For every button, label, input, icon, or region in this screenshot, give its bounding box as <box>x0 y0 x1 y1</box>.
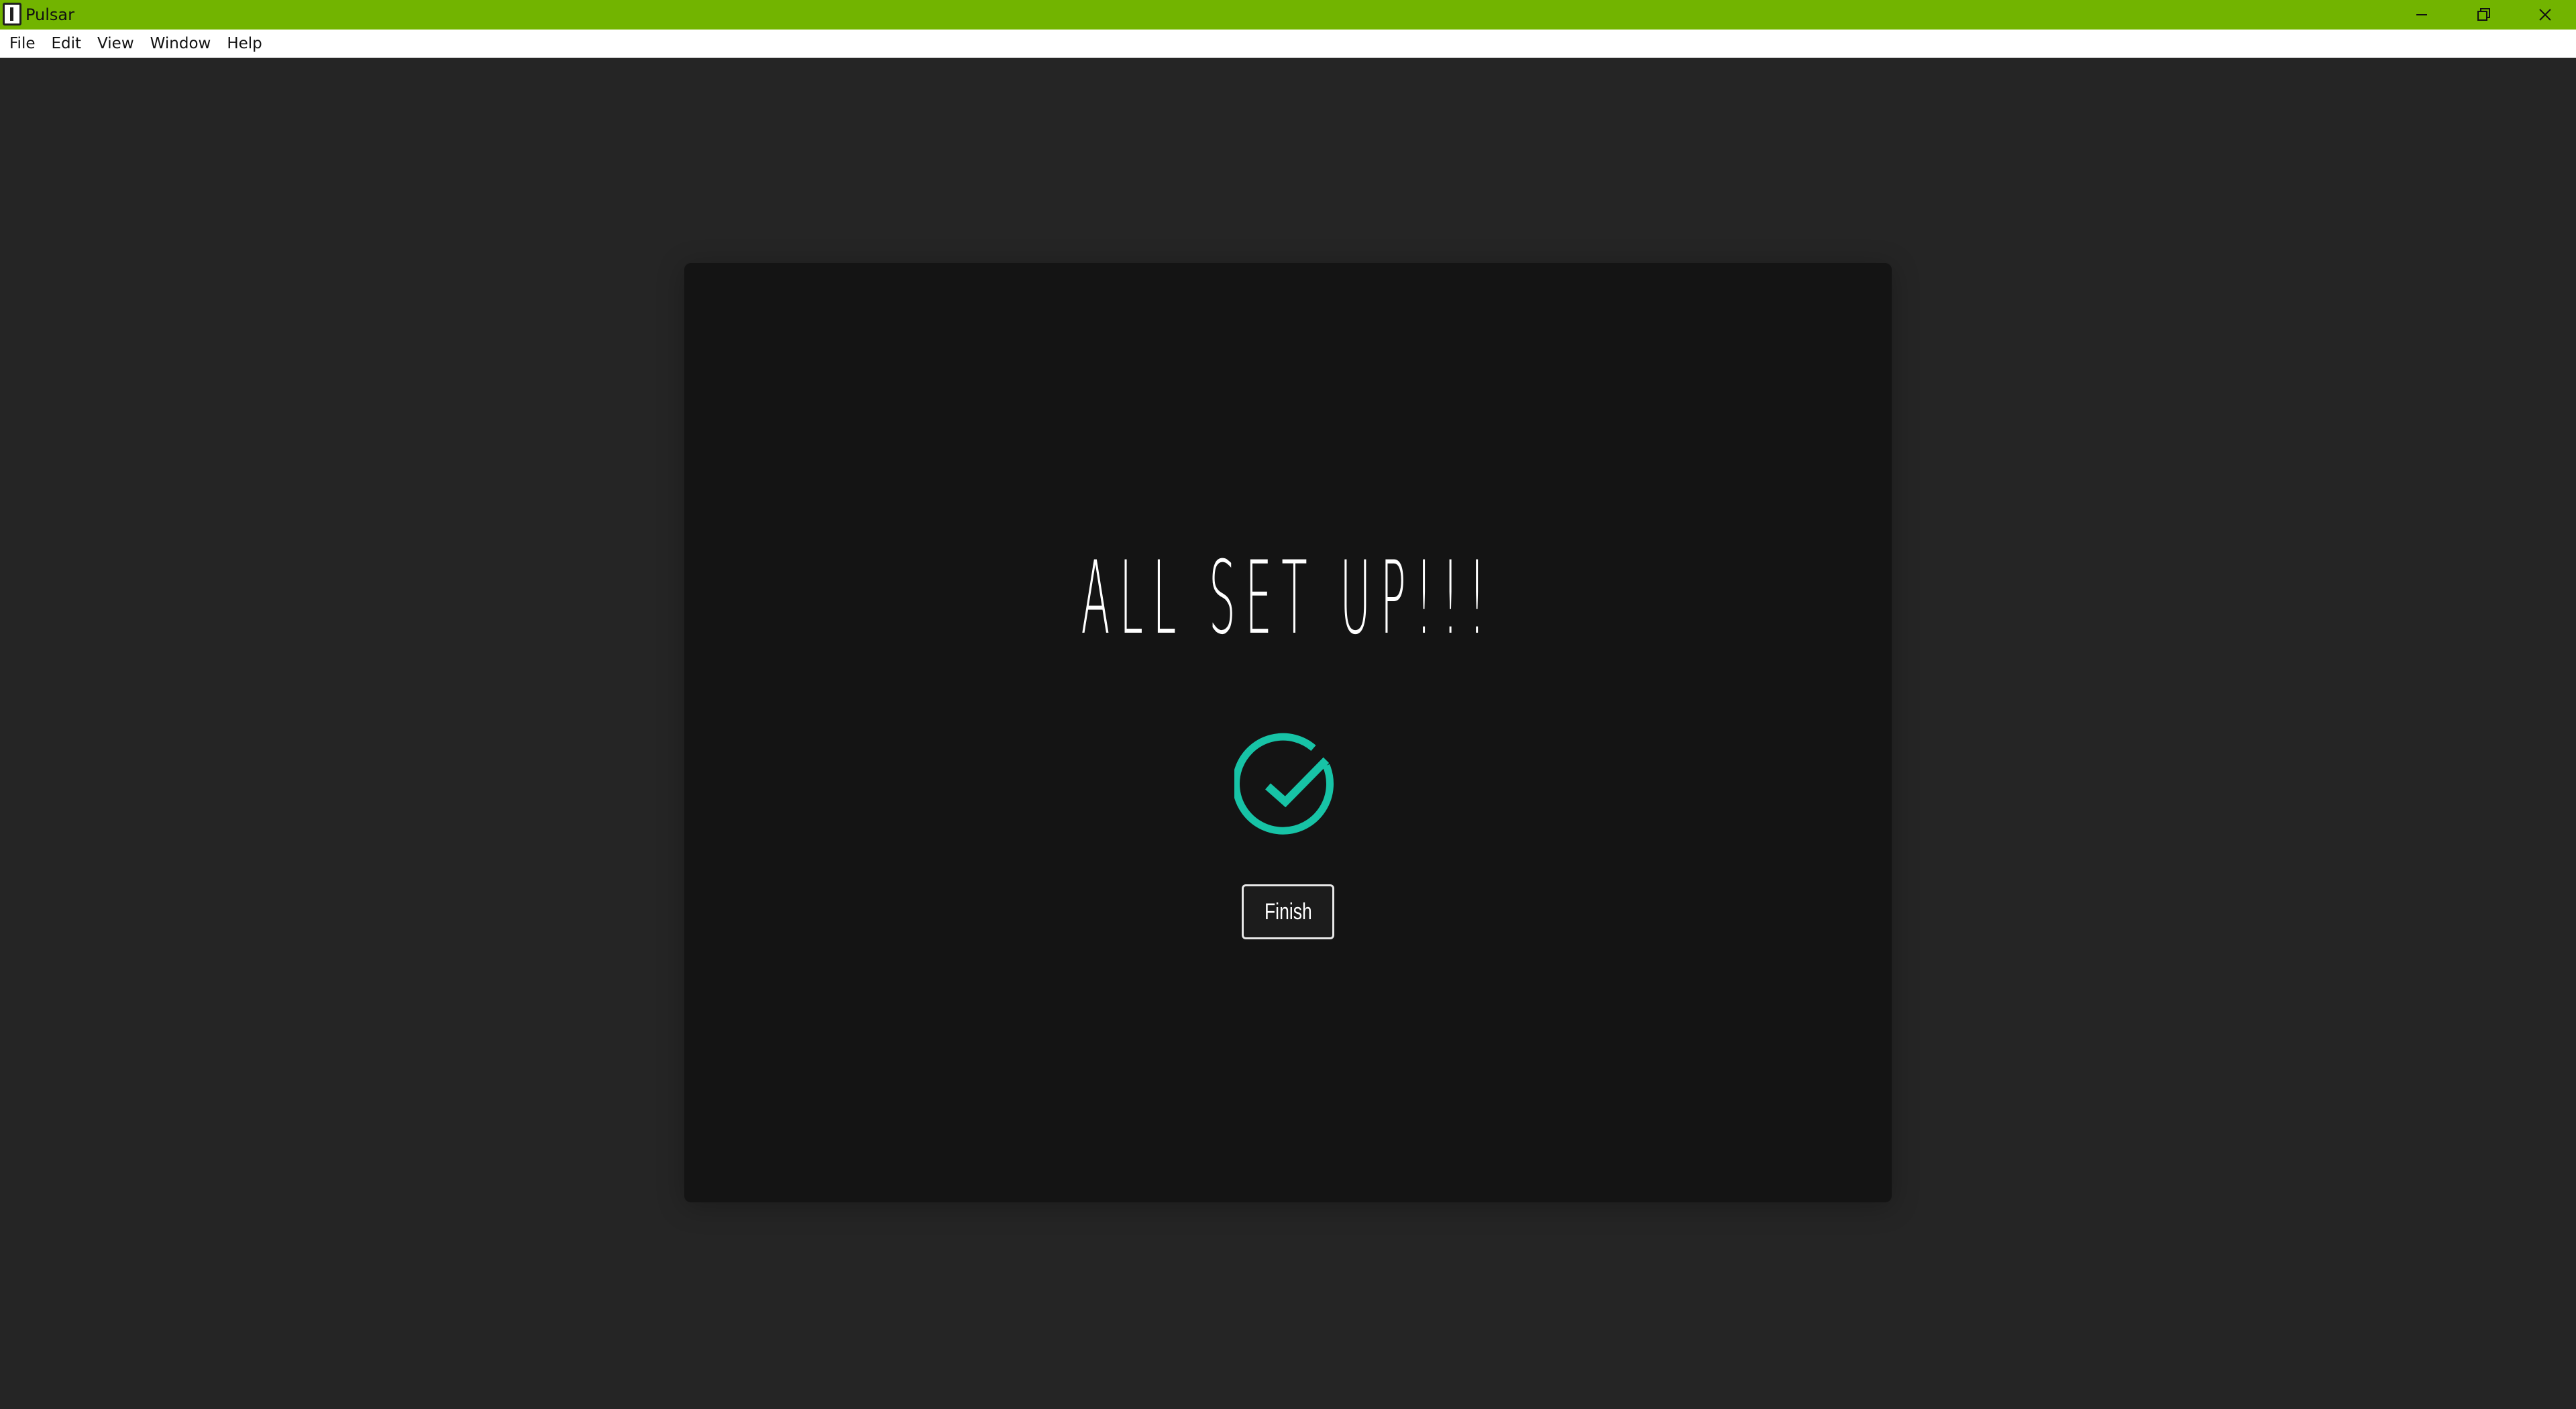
menu-help[interactable]: Help <box>219 30 270 58</box>
window-title: Pulsar <box>25 5 75 24</box>
restore-icon <box>2477 8 2490 21</box>
finish-button-label: Finish <box>1264 899 1312 925</box>
menu-window[interactable]: Window <box>142 30 219 58</box>
setup-headline: ALL SET UP!!! <box>1081 540 1495 657</box>
app-icon <box>3 3 21 25</box>
close-button[interactable] <box>2514 0 2576 30</box>
minimize-icon <box>2416 14 2427 15</box>
finish-button[interactable]: Finish <box>1242 884 1334 939</box>
window-controls <box>2391 0 2576 30</box>
restore-button[interactable] <box>2453 0 2514 30</box>
setup-complete-panel: ALL SET UP!!! Finish <box>684 263 1892 1202</box>
window-titlebar[interactable]: Pulsar <box>0 0 2576 30</box>
check-circle-icon <box>1234 733 1334 835</box>
menu-file[interactable]: File <box>1 30 44 58</box>
menu-bar: File Edit View Window Help <box>0 30 2576 58</box>
menu-edit[interactable]: Edit <box>44 30 90 58</box>
minimize-button[interactable] <box>2391 0 2453 30</box>
close-icon <box>2539 9 2551 21</box>
menu-view[interactable]: View <box>89 30 142 58</box>
